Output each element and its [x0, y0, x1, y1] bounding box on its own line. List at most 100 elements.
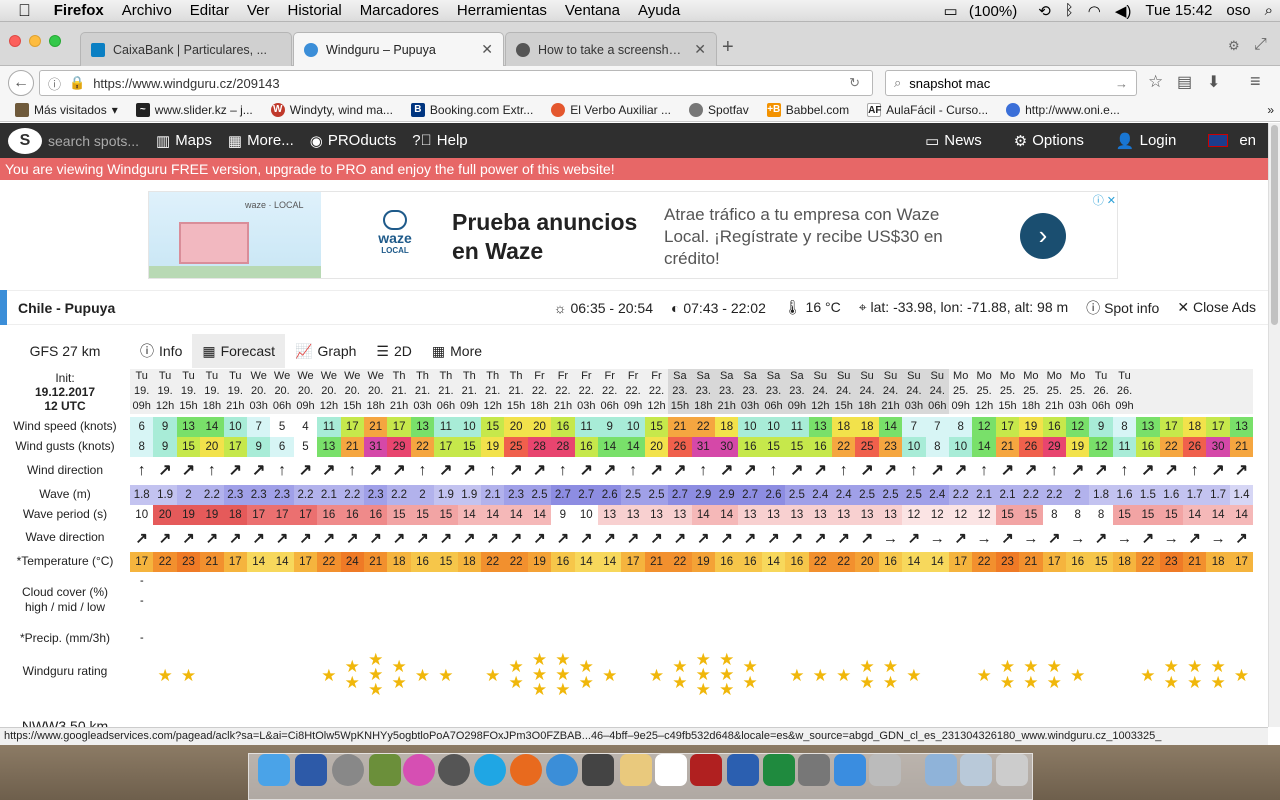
close-window-button[interactable] — [9, 35, 21, 47]
close-ads-link[interactable]: ✕ Close Ads — [1177, 299, 1256, 316]
nav-options[interactable]: ⚙ Options — [1014, 132, 1084, 150]
menu-ver[interactable]: Ver — [238, 2, 279, 19]
menu-firefox[interactable]: Firefox — [45, 2, 113, 19]
tab-forecast[interactable]: ▦ Forecast — [192, 334, 286, 368]
downloads-icon[interactable]: ⬇ — [1207, 72, 1220, 92]
adchoices-icon[interactable]: ⓘ ✕ — [1093, 192, 1116, 208]
windguru-logo[interactable]: S — [8, 127, 42, 154]
documents-folder-icon[interactable] — [960, 754, 992, 786]
downloads-folder-icon[interactable] — [925, 754, 957, 786]
wind-speed-cell: 17 — [340, 417, 364, 437]
bookmark-booking[interactable]: B Booking.com Extr... — [404, 102, 540, 117]
settings-app-icon[interactable] — [438, 754, 470, 786]
system-preferences-icon[interactable] — [798, 754, 830, 786]
minimize-window-button[interactable] — [29, 35, 41, 47]
bookmark-star-icon[interactable]: ☆ — [1148, 72, 1163, 92]
wifi-icon[interactable]: ◠ — [1081, 2, 1108, 20]
tab-tools-icon[interactable]: ⚙ — [1228, 38, 1240, 54]
nav-login[interactable]: 👤 Login — [1116, 132, 1176, 150]
address-bar[interactable]: ⓘ 🔒 https://www.windguru.cz/209143 ↻ — [39, 70, 873, 96]
mail-icon[interactable] — [295, 754, 327, 786]
notes-icon[interactable] — [620, 754, 652, 786]
bookmark-slider[interactable]: ~ www.slider.kz – j... — [129, 102, 260, 117]
word-icon[interactable] — [727, 754, 759, 786]
search-box[interactable]: ⌕ snapshot mac → — [885, 70, 1137, 96]
advertisement[interactable]: waze · LOCAL waze LOCAL Prueba anuncios e… — [148, 191, 1118, 279]
bookmark-babbel[interactable]: +B Babbel.com — [760, 102, 856, 117]
tab-info[interactable]: ⓘ Info — [130, 334, 192, 368]
search-go-icon[interactable]: → — [1115, 76, 1128, 91]
itunes-icon[interactable] — [403, 754, 435, 786]
nav-news[interactable]: ▭ News — [925, 132, 982, 150]
trash-icon[interactable] — [996, 754, 1028, 786]
volume-icon[interactable]: ◀) — [1108, 2, 1139, 20]
nav-products[interactable]: ◉ PROducts — [310, 132, 396, 150]
tab-graph[interactable]: 📈 Graph — [285, 334, 366, 368]
tab-caixabank[interactable]: CaixaBank | Particulares, ... — [80, 32, 292, 66]
scrollbar-thumb[interactable] — [1271, 125, 1278, 325]
hamburger-menu-icon[interactable]: ≡ — [1250, 71, 1261, 92]
app-store-icon[interactable] — [834, 754, 866, 786]
photo-booth-icon[interactable] — [690, 754, 722, 786]
close-tab-icon[interactable]: ✕ — [481, 41, 493, 58]
new-tab-button[interactable]: + — [722, 36, 734, 59]
bookmarks-overflow-icon[interactable]: » — [1267, 103, 1280, 117]
page-scrollbar[interactable] — [1268, 123, 1280, 727]
close-tab-icon[interactable]: ✕ — [694, 41, 706, 58]
bookmark-verbo[interactable]: El Verbo Auxiliar ... — [544, 102, 678, 117]
back-button[interactable]: ← — [8, 70, 34, 96]
safari-icon[interactable] — [546, 754, 578, 786]
menu-herramientas[interactable]: Herramientas — [448, 2, 556, 19]
spot-search-input[interactable]: search spots... — [48, 133, 140, 149]
bookmark-oni[interactable]: http://www.oni.e... — [999, 102, 1127, 117]
spotlight-icon[interactable]: ⌕ — [1258, 2, 1280, 19]
tab-windguru[interactable]: Windguru – Pupuya ✕ — [293, 32, 504, 66]
reading-list-icon[interactable]: ▤ — [1177, 72, 1192, 92]
bookmark-aulafacil[interactable]: AF AulaFácil - Curso... — [860, 102, 995, 117]
menu-archivo[interactable]: Archivo — [113, 2, 181, 19]
lock-icon[interactable]: 🔒 — [69, 75, 85, 91]
bluetooth-icon[interactable]: ᛒ — [1058, 2, 1081, 19]
user-menu[interactable]: oso — [1219, 2, 1257, 19]
launchpad-icon[interactable] — [332, 754, 364, 786]
menu-marcadores[interactable]: Marcadores — [351, 2, 448, 19]
spot-info-link[interactable]: ⓘ Spot info — [1086, 298, 1159, 318]
excel-icon[interactable] — [763, 754, 795, 786]
search-input[interactable]: snapshot mac — [909, 76, 990, 91]
apple-menu-icon[interactable]:  — [0, 1, 45, 21]
bookmark-spotfav[interactable]: Spotfav — [682, 102, 756, 117]
info-icon[interactable]: ⓘ — [48, 74, 61, 93]
sunrise-sunset: ☼ 06:35 - 20:54 — [554, 300, 653, 316]
zoom-window-button[interactable] — [49, 35, 61, 47]
nav-language[interactable]: en — [1208, 132, 1256, 149]
menu-ayuda[interactable]: Ayuda — [629, 2, 689, 19]
nav-more[interactable]: ▦ More... — [228, 132, 294, 150]
menu-editar[interactable]: Editar — [181, 2, 238, 19]
skype-icon[interactable] — [474, 754, 506, 786]
bookmark-windyty[interactable]: W Windyty, wind ma... — [264, 102, 400, 117]
tab-screenshot[interactable]: How to take a screenshot ... ✕ — [505, 32, 717, 66]
clock[interactable]: Tue 15:42 — [1138, 2, 1219, 19]
utility-icon[interactable] — [869, 754, 901, 786]
reload-icon[interactable]: ↻ — [849, 75, 872, 91]
nav-help[interactable]: ?⃝ Help — [412, 132, 467, 149]
ad-arrow-button[interactable]: › — [1020, 213, 1066, 259]
nav-maps[interactable]: ▥ Maps — [156, 132, 212, 150]
fullscreen-icon[interactable]: ⤢ — [1254, 36, 1267, 54]
firefox-icon[interactable] — [510, 754, 542, 786]
free-version-banner[interactable]: You are viewing Windguru FREE version, u… — [0, 158, 1268, 180]
finder-icon[interactable] — [258, 754, 290, 786]
menu-historial[interactable]: Historial — [279, 2, 351, 19]
bookmark-most-visited[interactable]: Más visitados ▾ — [8, 102, 125, 117]
wind-direction-arrow-icon: ↗ — [392, 462, 406, 479]
facetime-icon[interactable] — [582, 754, 614, 786]
battery-icon[interactable]: ▭ (100%) — [936, 2, 1031, 20]
calendar-icon[interactable] — [655, 754, 687, 786]
wind-speed-cell: 11 — [317, 417, 341, 437]
menu-ventana[interactable]: Ventana — [556, 2, 629, 19]
time-machine-icon[interactable]: ⟲ — [1031, 2, 1058, 20]
app-icon[interactable] — [369, 754, 401, 786]
tab-more[interactable]: ▦ More — [422, 334, 492, 368]
tab-title: Windguru – Pupuya — [326, 42, 436, 57]
tab-2d[interactable]: ☰ 2D — [366, 334, 421, 368]
